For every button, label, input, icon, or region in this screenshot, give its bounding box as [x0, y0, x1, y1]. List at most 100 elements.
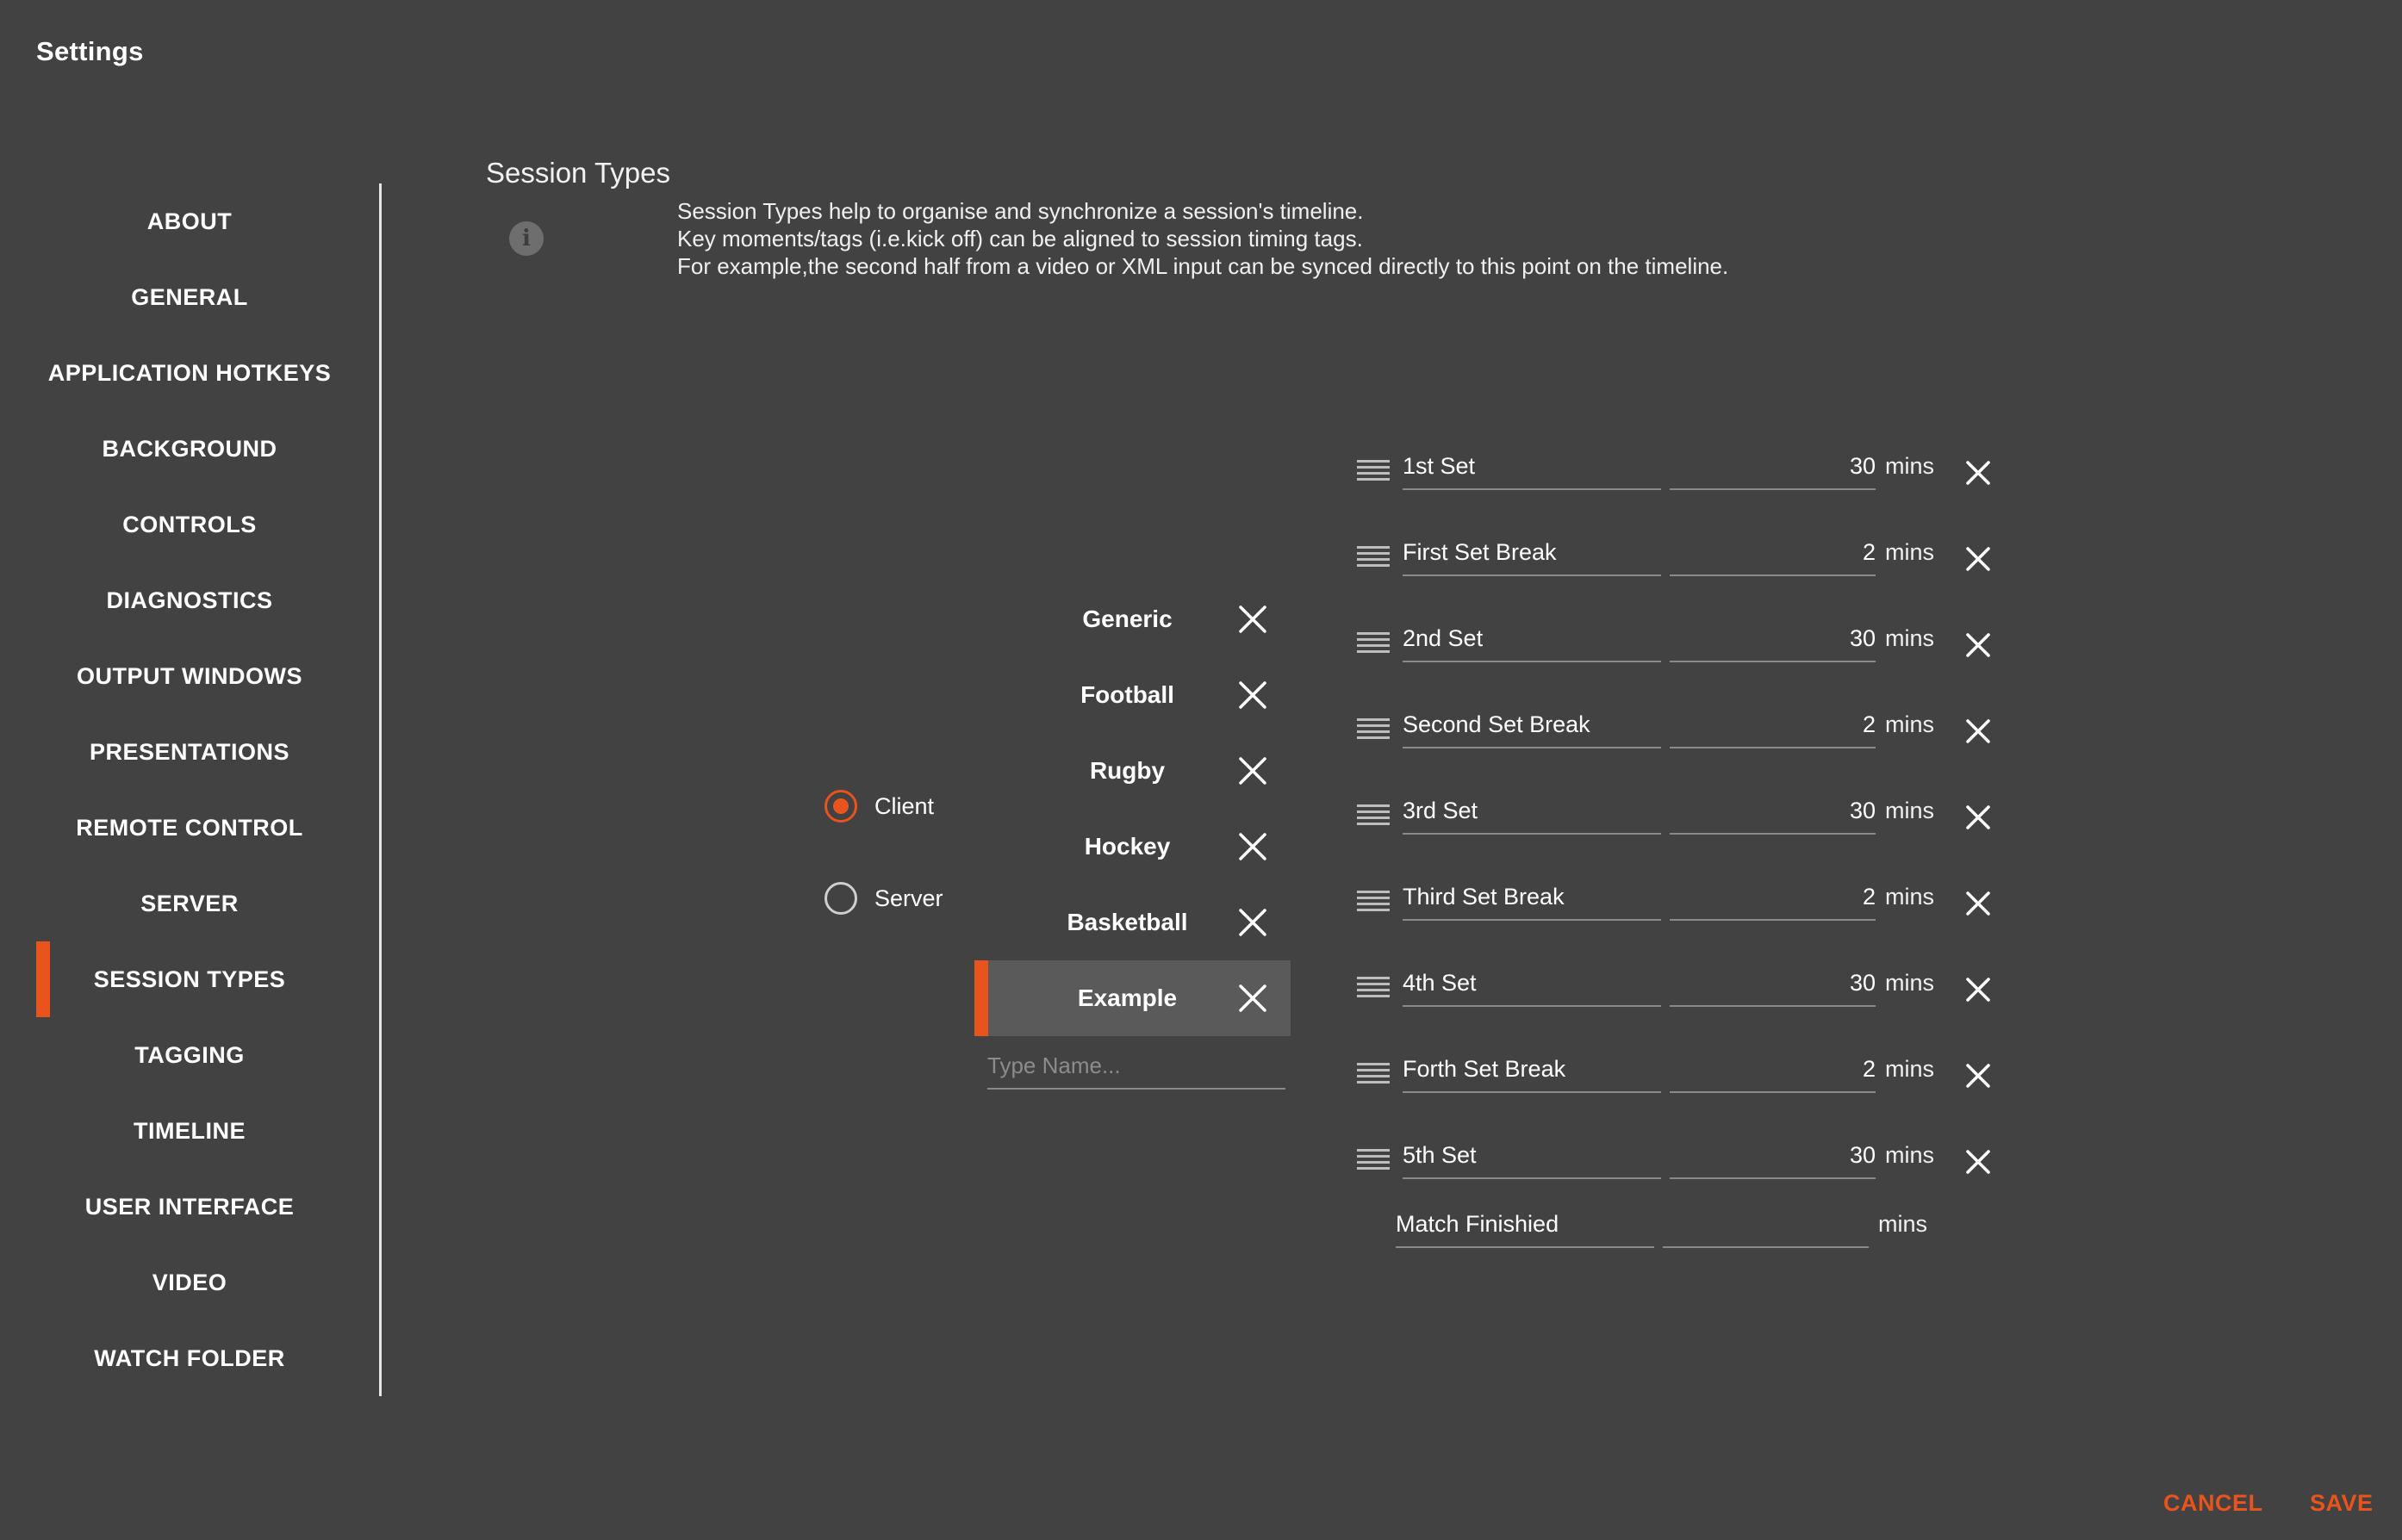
sidebar-item-about[interactable]: ABOUT — [0, 183, 379, 259]
cancel-button[interactable]: CANCEL — [2163, 1490, 2263, 1517]
session-type-item[interactable]: Hockey — [974, 809, 1291, 885]
active-indicator — [36, 941, 50, 1017]
sidebar-item-video[interactable]: VIDEO — [0, 1245, 379, 1320]
timing-name-field[interactable]: Second Set Break — [1403, 705, 1661, 748]
sidebar-item-label: SERVER — [140, 890, 239, 916]
sidebar-item-user-interface[interactable]: USER INTERFACE — [0, 1169, 379, 1245]
radio-client[interactable]: Client — [825, 790, 934, 823]
sidebar-item-server[interactable]: SERVER — [0, 866, 379, 941]
timing-name-field[interactable]: 4th Set — [1403, 964, 1661, 1007]
drag-handle-icon[interactable] — [1357, 630, 1390, 657]
timing-duration-field[interactable]: 2 — [1670, 878, 1876, 921]
radio-server[interactable]: Server — [825, 882, 943, 915]
close-icon[interactable] — [1235, 905, 1270, 940]
close-icon[interactable] — [1961, 972, 1995, 1007]
close-icon[interactable] — [1961, 542, 1995, 576]
sidebar-item-remote-control[interactable]: REMOTE CONTROL — [0, 790, 379, 866]
timing-duration-field[interactable]: 30 — [1670, 447, 1876, 490]
timing-unit-label: mins — [1885, 970, 1935, 996]
timing-duration-field[interactable]: 2 — [1670, 533, 1876, 576]
sidebar-item-label: TIMELINE — [134, 1117, 246, 1144]
radio-unchecked-icon — [825, 882, 857, 915]
sidebar-item-presentations[interactable]: PRESENTATIONS — [0, 714, 379, 790]
description-line: Key moments/tags (i.e.kick off) can be a… — [677, 226, 1363, 251]
drag-handle-icon[interactable] — [1357, 974, 1390, 1002]
page-title: Session Types — [486, 157, 671, 189]
description-line: For example,the second half from a video… — [677, 253, 1729, 279]
close-icon[interactable] — [1961, 456, 1995, 490]
session-type-item[interactable]: Basketball — [974, 885, 1291, 960]
session-type-item-selected[interactable]: Example — [974, 960, 1291, 1036]
sidebar-item-watch-folder[interactable]: WATCH FOLDER — [0, 1320, 379, 1396]
sidebar-item-label: ABOUT — [146, 208, 233, 234]
sidebar-item-timeline[interactable]: TIMELINE — [0, 1093, 379, 1169]
timing-duration-field[interactable]: 2 — [1670, 705, 1876, 748]
sidebar-item-controls[interactable]: CONTROLS — [0, 487, 379, 562]
new-type-name-input[interactable] — [987, 1043, 1285, 1090]
sidebar-item-label: GENERAL — [131, 283, 248, 310]
timing-name-field[interactable]: 1st Set — [1403, 447, 1661, 490]
timing-name-field[interactable]: First Set Break — [1403, 533, 1661, 576]
sidebar-item-label: APPLICATION HOTKEYS — [47, 359, 332, 386]
timing-unit-label: mins — [1878, 1211, 1928, 1237]
sidebar-item-label: CONTROLS — [122, 511, 257, 537]
close-icon[interactable] — [1235, 678, 1270, 712]
close-icon[interactable] — [1961, 714, 1995, 748]
timing-duration-field[interactable]: 30 — [1670, 619, 1876, 662]
drag-handle-icon[interactable] — [1357, 1146, 1390, 1174]
close-icon[interactable] — [1961, 800, 1995, 835]
sidebar-item-background[interactable]: BACKGROUND — [0, 411, 379, 487]
drag-handle-icon[interactable] — [1357, 802, 1390, 829]
close-icon[interactable] — [1235, 829, 1270, 864]
sidebar-item-application-hotkeys[interactable]: APPLICATION HOTKEYS — [0, 335, 379, 411]
timing-duration-field[interactable]: 30 — [1670, 964, 1876, 1007]
sidebar-item-diagnostics[interactable]: DIAGNOSTICS — [0, 562, 379, 638]
sidebar-item-tagging[interactable]: TAGGING — [0, 1017, 379, 1093]
session-type-name: Hockey — [1084, 833, 1171, 860]
timing-name-field[interactable]: 5th Set — [1403, 1136, 1661, 1179]
drag-handle-icon[interactable] — [1357, 457, 1390, 485]
radio-checked-icon — [825, 790, 857, 823]
close-icon[interactable] — [1235, 754, 1270, 788]
close-icon[interactable] — [1961, 1059, 1995, 1093]
timing-duration-field[interactable]: 30 — [1670, 1136, 1876, 1179]
sidebar-item-output-windows[interactable]: OUTPUT WINDOWS — [0, 638, 379, 714]
drag-handle-icon[interactable] — [1357, 888, 1390, 916]
window-title: Settings — [36, 36, 144, 66]
info-icon[interactable]: i — [509, 221, 544, 256]
sidebar-item-label: SESSION TYPES — [93, 966, 286, 992]
save-button[interactable]: SAVE — [2310, 1490, 2374, 1517]
sidebar-item-label: WATCH FOLDER — [94, 1344, 285, 1371]
final-timing-duration-field[interactable] — [1663, 1205, 1869, 1248]
timing-name-field[interactable]: 3rd Set — [1403, 792, 1661, 835]
sidebar-item-label: BACKGROUND — [102, 435, 277, 462]
close-icon[interactable] — [1235, 602, 1270, 636]
close-icon[interactable] — [1235, 981, 1270, 1015]
timing-unit-label: mins — [1885, 453, 1935, 479]
close-icon[interactable] — [1961, 886, 1995, 921]
session-type-item[interactable]: Generic — [974, 581, 1291, 657]
sidebar-item-label: PRESENTATIONS — [89, 738, 290, 765]
close-icon[interactable] — [1961, 628, 1995, 662]
timing-duration-field[interactable]: 30 — [1670, 792, 1876, 835]
timing-duration-field[interactable]: 2 — [1670, 1050, 1876, 1093]
sidebar-item-general[interactable]: GENERAL — [0, 259, 379, 335]
drag-handle-icon[interactable] — [1357, 716, 1390, 743]
session-type-item[interactable]: Football — [974, 657, 1291, 733]
drag-handle-icon[interactable] — [1357, 1060, 1390, 1088]
session-type-name: Football — [1080, 681, 1174, 708]
session-type-name: Rugby — [1089, 757, 1166, 784]
sidebar-item-label: VIDEO — [152, 1269, 227, 1295]
drag-handle-icon[interactable] — [1357, 543, 1390, 571]
session-type-item[interactable]: Rugby — [974, 733, 1291, 809]
selected-indicator — [974, 960, 988, 1036]
timing-name-field[interactable]: Third Set Break — [1403, 878, 1661, 921]
timing-name-field[interactable]: 2nd Set — [1403, 619, 1661, 662]
close-icon[interactable] — [1961, 1145, 1995, 1179]
sidebar-item-label: TAGGING — [134, 1041, 245, 1068]
sidebar-item-session-types[interactable]: SESSION TYPES — [0, 941, 379, 1017]
timing-name-field[interactable]: Forth Set Break — [1403, 1050, 1661, 1093]
final-timing-name-field[interactable]: Match Finishied — [1396, 1205, 1654, 1248]
session-type-name: Generic — [1082, 605, 1173, 632]
sidebar-item-label: DIAGNOSTICS — [106, 587, 273, 613]
